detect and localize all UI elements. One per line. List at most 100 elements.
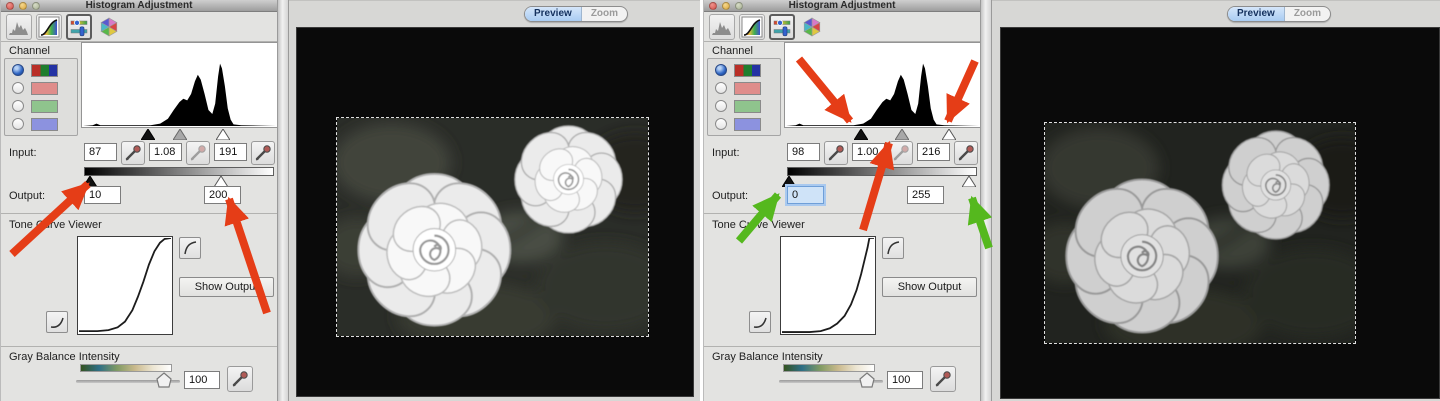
gray-balance-slider-thumb[interactable] <box>859 372 875 388</box>
red-swatch <box>734 82 761 95</box>
window-titlebar[interactable]: Histogram Adjustment <box>1 0 277 12</box>
show-output-button[interactable]: Show Output <box>882 277 977 297</box>
divider <box>1 213 277 214</box>
radio-green[interactable] <box>715 100 727 112</box>
shadow-curve-preset-button[interactable] <box>749 311 771 333</box>
preview-pane: Preview Zoom <box>992 0 1440 401</box>
show-output-button[interactable]: Show Output <box>179 277 274 297</box>
output-highlight-field[interactable]: 255 <box>907 186 944 204</box>
zoom-window-button[interactable] <box>735 2 743 10</box>
blue-swatch <box>734 118 761 131</box>
gray-balance-value-field[interactable]: 100 <box>887 371 923 389</box>
selection-marquee[interactable] <box>1044 122 1356 344</box>
tone-curve-viewer-label: Tone Curve Viewer <box>712 219 805 231</box>
input-shadow-slider[interactable] <box>141 129 155 140</box>
input-shadow-field[interactable]: 87 <box>84 143 117 161</box>
input-midtone-slider[interactable] <box>173 129 187 140</box>
radio-blue[interactable] <box>715 118 727 130</box>
histogram-tool-button[interactable] <box>709 14 735 40</box>
input-shadow-slider[interactable] <box>854 129 868 140</box>
tab-preview[interactable]: Preview <box>1228 7 1285 21</box>
channel-label: Channel <box>9 45 50 57</box>
green-swatch <box>734 100 761 113</box>
rgb-swatch <box>734 64 761 77</box>
shadow-curve-preset-button[interactable] <box>46 311 68 333</box>
dialog-scrollbar[interactable] <box>277 0 289 401</box>
output-label: Output: <box>9 190 45 202</box>
gray-balance-slider-thumb[interactable] <box>156 372 172 388</box>
dialog-scrollbar[interactable] <box>980 0 992 401</box>
color-wheel-tool-button[interactable] <box>96 14 122 40</box>
close-button[interactable] <box>6 2 14 10</box>
output-highlight-slider[interactable] <box>962 176 976 187</box>
highlight-dropper-button[interactable] <box>251 141 275 165</box>
tab-zoom[interactable]: Zoom <box>1285 7 1330 21</box>
tone-curve-tool-button[interactable] <box>36 14 62 40</box>
color-slider-icon <box>771 16 793 38</box>
window-title: Histogram Adjustment <box>1 0 277 12</box>
close-button[interactable] <box>709 2 717 10</box>
eyedropper-icon <box>956 143 976 163</box>
window-titlebar[interactable]: Histogram Adjustment <box>704 0 980 12</box>
tab-preview[interactable]: Preview <box>525 7 582 21</box>
output-shadow-field[interactable]: 10 <box>84 186 121 204</box>
tone-curve-viewer-label: Tone Curve Viewer <box>9 219 102 231</box>
scan-preview-area <box>296 27 694 397</box>
channel-label: Channel <box>712 45 753 57</box>
input-gamma-field[interactable]: 1.00 <box>852 143 885 161</box>
histogram-tool-button[interactable] <box>6 14 32 40</box>
histogram-adjustment-window: Histogram Adjustment Channel Input: 87 1… <box>0 0 277 401</box>
selection-marquee[interactable] <box>336 117 649 337</box>
midtone-dropper-button[interactable] <box>889 141 913 165</box>
radio-red[interactable] <box>12 82 24 94</box>
gray-balance-value-field[interactable]: 100 <box>184 371 220 389</box>
color-slider-tool-button[interactable] <box>769 14 795 40</box>
zoom-window-button[interactable] <box>32 2 40 10</box>
minimize-button[interactable] <box>19 2 27 10</box>
radio-blue[interactable] <box>12 118 24 130</box>
channel-option-blue[interactable] <box>12 117 58 131</box>
channel-option-red[interactable] <box>12 81 58 95</box>
input-midtone-slider[interactable] <box>895 129 909 140</box>
channel-option-red[interactable] <box>715 81 761 95</box>
output-shadow-field[interactable]: 0 <box>787 186 824 204</box>
color-slider-tool-button[interactable] <box>66 14 92 40</box>
shadow-dropper-button[interactable] <box>121 141 145 165</box>
shadow-dropper-button[interactable] <box>824 141 848 165</box>
channel-option-green[interactable] <box>12 99 58 113</box>
radio-rgb[interactable] <box>715 64 727 76</box>
input-highlight-slider[interactable] <box>942 129 956 140</box>
tone-curve-icon <box>38 16 60 38</box>
eyedropper-icon <box>933 369 953 389</box>
input-highlight-field[interactable]: 216 <box>917 143 950 161</box>
eyedropper-icon <box>253 143 273 163</box>
gray-balance-dropper-button[interactable] <box>930 366 956 392</box>
highlight-curve-preset-button[interactable] <box>882 237 904 259</box>
color-wheel-tool-button[interactable] <box>799 14 825 40</box>
input-gamma-field[interactable]: 1.08 <box>149 143 182 161</box>
channel-option-rgb[interactable] <box>715 63 761 77</box>
highlight-curve-preset-button[interactable] <box>179 237 201 259</box>
histogram-display <box>784 42 981 128</box>
minimize-button[interactable] <box>722 2 730 10</box>
radio-rgb[interactable] <box>12 64 24 76</box>
channel-option-blue[interactable] <box>715 117 761 131</box>
tone-curve-tool-button[interactable] <box>739 14 765 40</box>
channel-option-rgb[interactable] <box>12 63 58 77</box>
gray-balance-dropper-button[interactable] <box>227 366 253 392</box>
output-highlight-field[interactable]: 200 <box>204 186 241 204</box>
histogram-display <box>81 42 278 128</box>
tone-curve-icon <box>741 16 763 38</box>
log-curve-icon <box>884 239 902 257</box>
radio-green[interactable] <box>12 100 24 112</box>
input-shadow-field[interactable]: 98 <box>787 143 820 161</box>
channel-option-green[interactable] <box>715 99 761 113</box>
midtone-dropper-button[interactable] <box>186 141 210 165</box>
input-highlight-slider[interactable] <box>216 129 230 140</box>
tab-zoom[interactable]: Zoom <box>582 7 627 21</box>
color-slider-icon <box>68 16 90 38</box>
input-highlight-field[interactable]: 191 <box>214 143 247 161</box>
highlight-dropper-button[interactable] <box>954 141 978 165</box>
histogram-icon <box>7 15 31 39</box>
radio-red[interactable] <box>715 82 727 94</box>
